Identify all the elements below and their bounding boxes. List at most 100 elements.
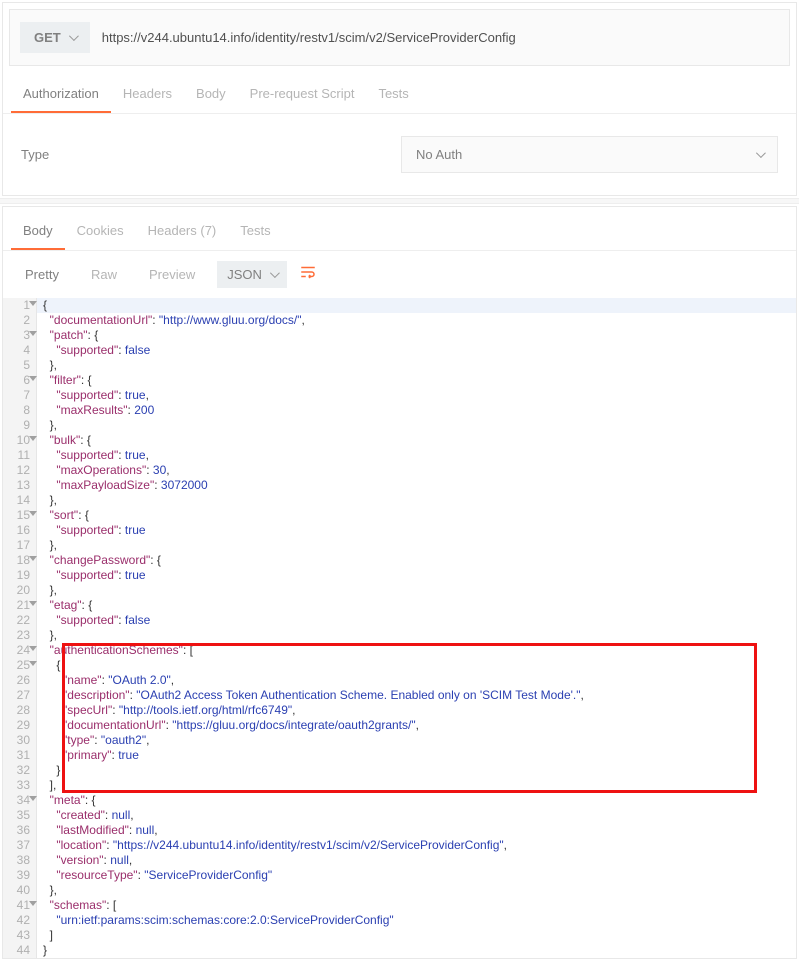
line-number: 29 xyxy=(3,718,37,733)
code-text: "patch": { xyxy=(37,328,796,343)
code-line: 21 "etag": { xyxy=(3,598,796,613)
code-text: "supported": false xyxy=(37,343,796,358)
wrap-lines-button[interactable] xyxy=(299,263,317,286)
fold-icon[interactable] xyxy=(29,646,37,651)
fold-icon[interactable] xyxy=(29,436,37,441)
code-text: "documentationUrl": "http://www.gluu.org… xyxy=(37,313,796,328)
code-text: "sort": { xyxy=(37,508,796,523)
line-number: 21 xyxy=(3,598,37,613)
fold-icon[interactable] xyxy=(29,601,37,606)
tab-body[interactable]: Body xyxy=(184,76,238,113)
fold-icon[interactable] xyxy=(29,661,37,666)
code-line: 1{ xyxy=(3,298,796,313)
line-number: 43 xyxy=(3,928,37,943)
code-text: "etag": { xyxy=(37,598,796,613)
code-text: "specUrl": "http://tools.ietf.org/html/r… xyxy=(37,703,796,718)
code-text: "supported": true, xyxy=(37,388,796,403)
code-text: "resourceType": "ServiceProviderConfig" xyxy=(37,868,796,883)
code-line: 44} xyxy=(3,943,796,958)
code-line: 36 "lastModified": null, xyxy=(3,823,796,838)
code-line: 40 }, xyxy=(3,883,796,898)
fold-icon[interactable] xyxy=(29,556,37,561)
code-text: }, xyxy=(37,538,796,553)
code-line: 29 "documentationUrl": "https://gluu.org… xyxy=(3,718,796,733)
code-line: 24 "authenticationSchemes": [ xyxy=(3,643,796,658)
code-line: 18 "changePassword": { xyxy=(3,553,796,568)
response-tab-cookies[interactable]: Cookies xyxy=(65,213,136,250)
tab-pre-request-script[interactable]: Pre-request Script xyxy=(238,76,367,113)
code-line: 37 "location": "https://v244.ubuntu14.in… xyxy=(3,838,796,853)
response-tab-tests[interactable]: Tests xyxy=(228,213,282,250)
code-line: 7 "supported": true, xyxy=(3,388,796,403)
code-text: "created": null, xyxy=(37,808,796,823)
chevron-down-icon xyxy=(270,268,280,278)
code-line: 14 }, xyxy=(3,493,796,508)
code-line: 39 "resourceType": "ServiceProviderConfi… xyxy=(3,868,796,883)
line-number: 27 xyxy=(3,688,37,703)
fold-icon[interactable] xyxy=(29,331,37,336)
line-number: 1 xyxy=(3,298,37,313)
code-line: 11 "supported": true, xyxy=(3,448,796,463)
line-number: 13 xyxy=(3,478,37,493)
tab-headers[interactable]: Headers xyxy=(111,76,184,113)
line-number: 11 xyxy=(3,448,37,463)
url-input[interactable] xyxy=(102,24,779,51)
line-number: 28 xyxy=(3,703,37,718)
fold-icon[interactable] xyxy=(29,301,37,306)
fold-icon[interactable] xyxy=(29,901,37,906)
response-tab-headers[interactable]: Headers (7) xyxy=(136,213,229,250)
code-text: "authenticationSchemes": [ xyxy=(37,643,796,658)
code-text: "changePassword": { xyxy=(37,553,796,568)
code-line: 13 "maxPayloadSize": 3072000 xyxy=(3,478,796,493)
code-text: "urn:ietf:params:scim:schemas:core:2.0:S… xyxy=(37,913,796,928)
code-text: "supported": true xyxy=(37,523,796,538)
view-pretty[interactable]: Pretty xyxy=(15,261,69,288)
code-line: 20 }, xyxy=(3,583,796,598)
tab-tests[interactable]: Tests xyxy=(366,76,420,113)
code-text: }, xyxy=(37,358,796,373)
line-number: 10 xyxy=(3,433,37,448)
method-selector[interactable]: GET xyxy=(20,22,90,53)
code-text: "lastModified": null, xyxy=(37,823,796,838)
chevron-down-icon xyxy=(69,31,79,41)
response-body[interactable]: 1{2 "documentationUrl": "http://www.gluu… xyxy=(3,298,796,958)
line-number: 39 xyxy=(3,868,37,883)
tab-authorization[interactable]: Authorization xyxy=(11,76,111,113)
request-bar: GET xyxy=(9,9,790,66)
code-text: }, xyxy=(37,583,796,598)
code-line: 41 "schemas": [ xyxy=(3,898,796,913)
code-line: 30 "type": "oauth2", xyxy=(3,733,796,748)
line-number: 44 xyxy=(3,943,37,958)
view-preview[interactable]: Preview xyxy=(139,261,205,288)
code-line: 22 "supported": false xyxy=(3,613,796,628)
code-line: 5 }, xyxy=(3,358,796,373)
code-text: }, xyxy=(37,883,796,898)
line-number: 25 xyxy=(3,658,37,673)
auth-type-select[interactable]: No Auth xyxy=(401,136,778,173)
view-raw[interactable]: Raw xyxy=(81,261,127,288)
code-text: } xyxy=(37,943,796,958)
fold-icon[interactable] xyxy=(29,511,37,516)
code-line: 38 "version": null, xyxy=(3,853,796,868)
line-number: 12 xyxy=(3,463,37,478)
view-toolbar: Pretty Raw Preview JSON xyxy=(3,251,796,298)
line-number: 20 xyxy=(3,583,37,598)
code-text: "maxResults": 200 xyxy=(37,403,796,418)
code-line: 16 "supported": true xyxy=(3,523,796,538)
code-line: 28 "specUrl": "http://tools.ietf.org/htm… xyxy=(3,703,796,718)
code-text: "maxPayloadSize": 3072000 xyxy=(37,478,796,493)
line-number: 41 xyxy=(3,898,37,913)
code-line: 35 "created": null, xyxy=(3,808,796,823)
line-number: 35 xyxy=(3,808,37,823)
line-number: 7 xyxy=(3,388,37,403)
code-text: "type": "oauth2", xyxy=(37,733,796,748)
line-number: 26 xyxy=(3,673,37,688)
line-number: 36 xyxy=(3,823,37,838)
response-tab-body[interactable]: Body xyxy=(11,213,65,250)
chevron-down-icon xyxy=(756,148,766,158)
fold-icon[interactable] xyxy=(29,796,37,801)
code-text: "supported": true xyxy=(37,568,796,583)
fold-icon[interactable] xyxy=(29,376,37,381)
body-format-select[interactable]: JSON xyxy=(217,261,287,288)
code-line: 3 "patch": { xyxy=(3,328,796,343)
